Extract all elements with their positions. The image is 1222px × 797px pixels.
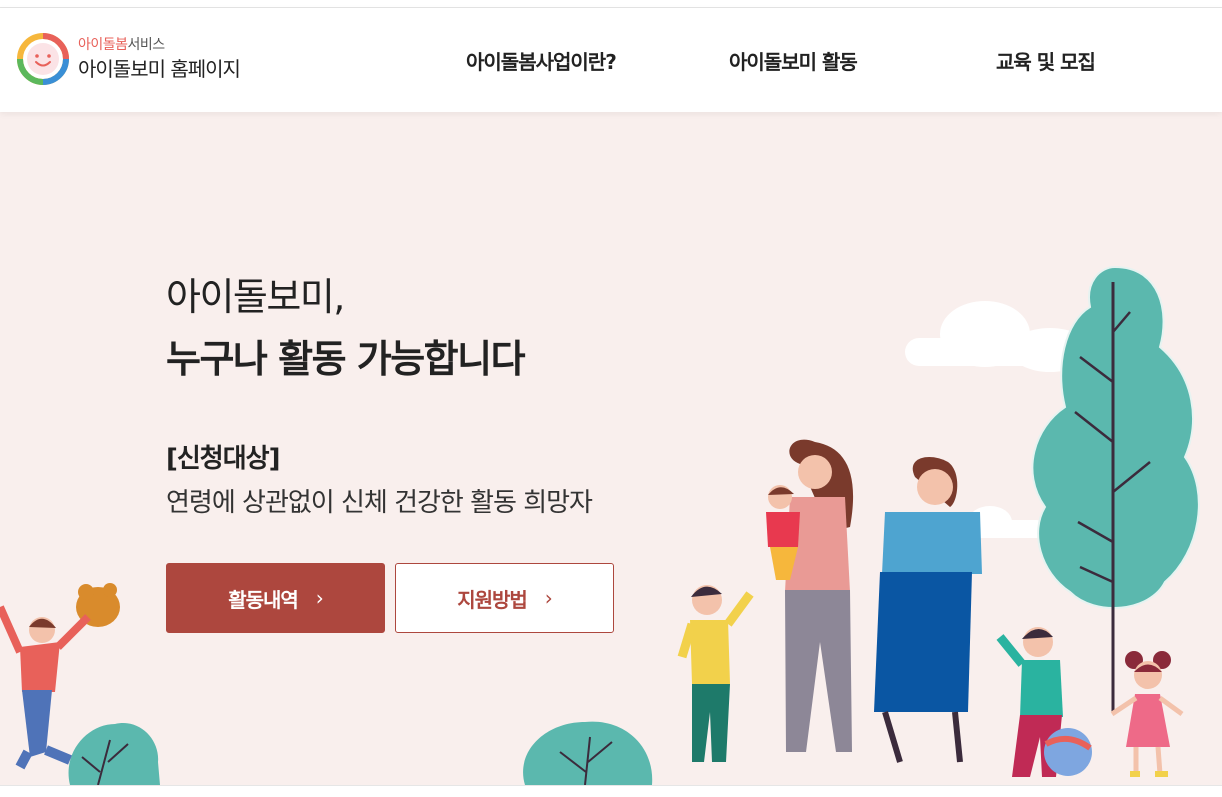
smiley-logo-icon xyxy=(17,33,69,85)
chevron-right-icon: › xyxy=(315,586,324,610)
girl-pink-dress-illustration xyxy=(1110,651,1184,777)
bottom-border xyxy=(0,785,1222,797)
hero-title-line2: 누구나 활동 가능합니다 xyxy=(166,337,526,381)
nav-item-activity[interactable]: 아이돌보미 활동 xyxy=(729,46,858,75)
chevron-right-icon: › xyxy=(544,586,553,610)
bush-icon xyxy=(68,722,160,785)
boy-yellow-shirt-illustration xyxy=(677,585,754,762)
top-border xyxy=(0,0,1222,8)
site-header: 아이돌봄서비스 아이돌보미 홈페이지 아이돌봄사업이란? 아이돌보미 활동 교육… xyxy=(0,8,1222,112)
logo-title: 아이돌보미 홈페이지 xyxy=(78,57,241,81)
hero-banner: 아이돌보미, 누구나 활동 가능합니다 [신청대상] 연령에 상관없이 신체 건… xyxy=(0,112,1222,785)
nav-item-about[interactable]: 아이돌봄사업이란? xyxy=(466,46,617,75)
activity-history-label: 활동내역 xyxy=(228,587,299,612)
mother-with-baby-illustration xyxy=(766,439,854,752)
grandmother-illustration xyxy=(874,457,982,763)
target-label: [신청대상] xyxy=(166,444,280,474)
logo-subtitle: 아이돌봄서비스 xyxy=(78,36,240,54)
logo-subtitle-rest: 서비스 xyxy=(127,37,166,53)
activity-history-button[interactable]: 활동내역 › xyxy=(166,563,385,633)
nav-item-education[interactable]: 교육 및 모집 xyxy=(996,46,1096,75)
how-to-apply-button[interactable]: 지원방법 › xyxy=(395,563,614,633)
boy-green-shirt-illustration xyxy=(996,627,1092,777)
site-logo[interactable]: 아이돌봄서비스 아이돌보미 홈페이지 xyxy=(16,32,241,86)
main-nav: 아이돌봄사업이란? 아이돌보미 활동 교육 및 모집 xyxy=(400,8,1200,112)
target-description: 연령에 상관없이 신체 건강한 활동 희망자 xyxy=(166,488,593,518)
bush-icon xyxy=(523,721,653,785)
how-to-apply-label: 지원방법 xyxy=(457,587,528,612)
hero-title-line1: 아이돌보미, xyxy=(166,275,345,319)
logo-subtitle-accent: 아이돌봄 xyxy=(78,37,128,53)
